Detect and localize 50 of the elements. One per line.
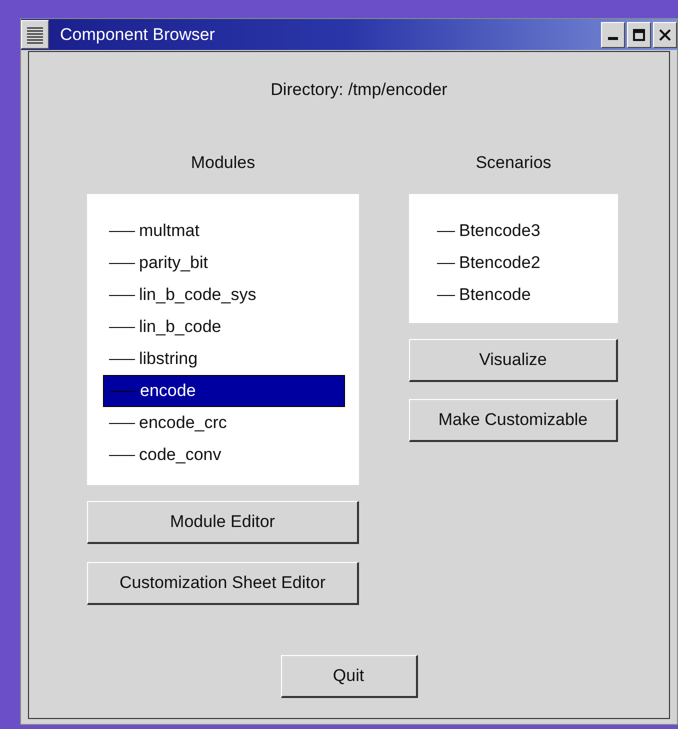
- directory-label: Directory: /tmp/encoder: [270, 80, 448, 100]
- menu-icon: [26, 26, 44, 44]
- item-label: parity_bit: [139, 252, 208, 274]
- item-label: lin_b_code_sys: [139, 284, 256, 306]
- tree-line: [109, 262, 135, 264]
- item-label: lin_b_code: [139, 316, 222, 338]
- maximize-icon: [632, 28, 646, 42]
- tree-line: [109, 422, 135, 424]
- tree-line: [109, 454, 135, 456]
- minimize-button[interactable]: [601, 22, 625, 48]
- item-label: libstring: [139, 348, 198, 370]
- scenarios-heading: Scenarios: [474, 153, 552, 173]
- action-button[interactable]: Visualize: [409, 339, 618, 382]
- list-item[interactable]: encode_crc: [103, 407, 345, 439]
- list-item[interactable]: lin_b_code_sys: [103, 279, 345, 311]
- list-item[interactable]: Btencode3: [431, 215, 601, 247]
- item-label: Btencode: [459, 284, 531, 306]
- list-item[interactable]: lin_b_code: [103, 311, 345, 343]
- item-label: Btencode3: [459, 220, 540, 242]
- quit-button[interactable]: Quit: [280, 655, 418, 698]
- window-menu-button[interactable]: [21, 20, 49, 49]
- modules-heading: Modules: [190, 153, 256, 173]
- item-label: encode: [140, 380, 196, 402]
- action-button[interactable]: Customization Sheet Editor: [87, 562, 359, 605]
- action-button[interactable]: Make Customizable: [409, 399, 618, 442]
- close-button[interactable]: [653, 22, 677, 48]
- tree-line: [110, 390, 136, 392]
- tree-line: [109, 294, 135, 296]
- window-title: Component Browser: [60, 24, 216, 46]
- tree-line: [109, 230, 135, 232]
- tree-line: [109, 326, 135, 328]
- item-label: Btencode2: [459, 252, 540, 274]
- minimize-icon: [608, 37, 618, 40]
- item-label: encode_crc: [139, 412, 227, 434]
- tree-line: [437, 262, 455, 264]
- action-button[interactable]: Module Editor: [87, 501, 359, 544]
- item-label: multmat: [139, 220, 200, 242]
- list-item[interactable]: parity_bit: [103, 247, 345, 279]
- list-item[interactable]: code_conv: [103, 439, 345, 471]
- list-item[interactable]: libstring: [103, 343, 345, 375]
- close-icon: [658, 28, 672, 42]
- tree-line: [437, 294, 455, 296]
- tree-line: [437, 230, 455, 232]
- maximize-button[interactable]: [627, 22, 651, 48]
- tree-line: [109, 358, 135, 360]
- item-label: code_conv: [139, 444, 222, 466]
- list-item[interactable]: encode: [103, 375, 345, 407]
- list-item[interactable]: Btencode: [431, 279, 601, 311]
- list-item[interactable]: Btencode2: [431, 247, 601, 279]
- list-item[interactable]: multmat: [103, 215, 345, 247]
